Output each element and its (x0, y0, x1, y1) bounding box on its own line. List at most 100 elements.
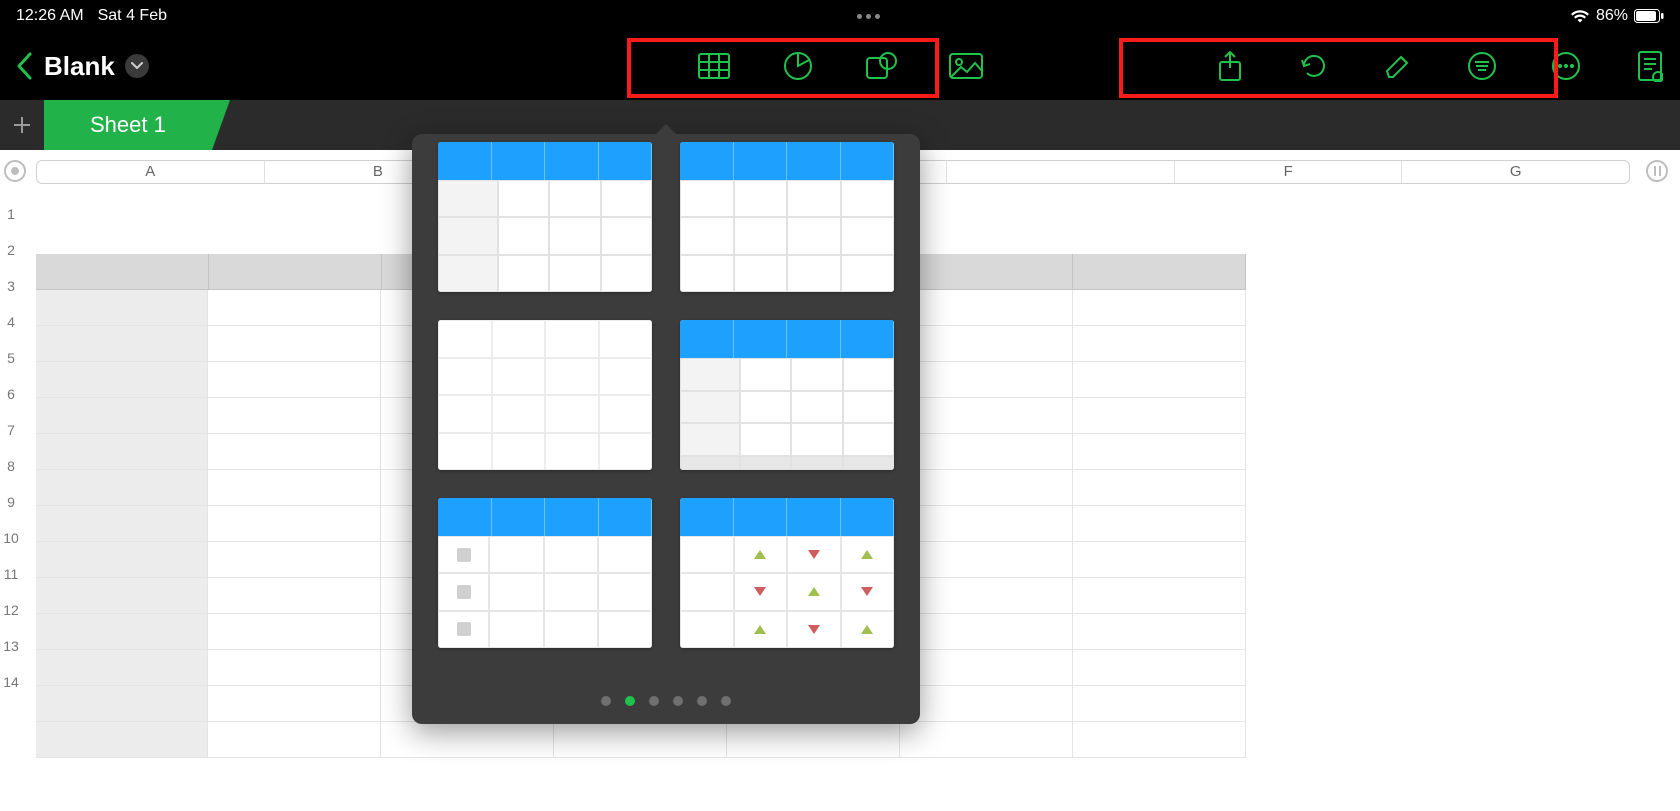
table-style-option-4[interactable] (680, 320, 894, 470)
table-style-option-1[interactable] (438, 142, 652, 292)
share-button[interactable] (1212, 48, 1248, 84)
col-header[interactable]: A (37, 161, 265, 183)
row-header[interactable]: 5 (0, 340, 22, 376)
table-style-option-2[interactable] (680, 142, 894, 292)
document-title[interactable]: Blank (44, 51, 115, 82)
cell[interactable] (1073, 722, 1246, 758)
row-header[interactable]: 3 (0, 268, 22, 304)
multitask-dots[interactable] (167, 14, 1570, 19)
add-sheet-button[interactable] (0, 100, 44, 150)
cell[interactable] (1073, 506, 1246, 542)
format-brush-button[interactable] (1380, 48, 1416, 84)
cell[interactable] (900, 722, 1073, 758)
pager-dot[interactable] (721, 696, 731, 706)
row-header[interactable]: 4 (0, 304, 22, 340)
cell[interactable] (208, 434, 381, 470)
cell[interactable] (36, 398, 208, 434)
cell[interactable] (900, 326, 1073, 362)
col-header[interactable]: G (1402, 161, 1629, 183)
pager-dot[interactable] (673, 696, 683, 706)
back-button[interactable] (12, 46, 36, 86)
col-header[interactable] (947, 161, 1175, 183)
document-settings-button[interactable] (1632, 48, 1668, 84)
cell[interactable] (727, 722, 900, 758)
row-header[interactable]: 14 (0, 664, 22, 700)
cell[interactable] (208, 614, 381, 650)
pager-dot[interactable] (697, 696, 707, 706)
cell[interactable] (900, 650, 1073, 686)
insert-chart-button[interactable] (780, 48, 816, 84)
spreadsheet-area[interactable]: A B F G 1234567891011121314 Table 1 (0, 150, 1680, 811)
cell[interactable] (36, 362, 208, 398)
cell[interactable] (36, 542, 208, 578)
row-header[interactable]: 13 (0, 628, 22, 664)
cell[interactable] (900, 362, 1073, 398)
cell[interactable] (900, 614, 1073, 650)
row-header[interactable]: 8 (0, 448, 22, 484)
cell[interactable] (900, 686, 1073, 722)
row-header[interactable]: 10 (0, 520, 22, 556)
row-header[interactable]: 6 (0, 376, 22, 412)
cell[interactable] (1073, 290, 1246, 326)
cell[interactable] (1073, 326, 1246, 362)
row-header[interactable]: 7 (0, 412, 22, 448)
cell[interactable] (36, 254, 209, 290)
add-column-handle[interactable] (1646, 160, 1668, 182)
pager-dot[interactable] (625, 696, 635, 706)
table-style-option-5[interactable] (438, 498, 652, 648)
insert-media-button[interactable] (948, 48, 984, 84)
table-style-option-6[interactable] (680, 498, 894, 648)
col-header[interactable]: F (1175, 161, 1403, 183)
insert-table-button[interactable] (696, 48, 732, 84)
row-header[interactable]: 11 (0, 556, 22, 592)
cell[interactable] (208, 290, 381, 326)
row-header[interactable]: 9 (0, 484, 22, 520)
cell[interactable] (1073, 542, 1246, 578)
cell[interactable] (900, 470, 1073, 506)
cell[interactable] (36, 650, 208, 686)
pager-dot[interactable] (601, 696, 611, 706)
cell[interactable] (381, 722, 554, 758)
cell[interactable] (900, 398, 1073, 434)
cell[interactable] (36, 614, 208, 650)
cell[interactable] (208, 686, 381, 722)
undo-button[interactable] (1296, 48, 1332, 84)
cell[interactable] (900, 578, 1073, 614)
select-all-handle[interactable] (4, 160, 26, 182)
organize-button[interactable] (1464, 48, 1500, 84)
insert-shape-button[interactable] (864, 48, 900, 84)
row-headers[interactable]: 1234567891011121314 (0, 196, 22, 700)
cell[interactable] (36, 722, 208, 758)
cell[interactable] (1073, 470, 1246, 506)
cell[interactable] (208, 506, 381, 542)
cell[interactable] (36, 506, 208, 542)
cell[interactable] (1073, 614, 1246, 650)
cell[interactable] (900, 506, 1073, 542)
cell[interactable] (900, 434, 1073, 470)
cell[interactable] (209, 254, 382, 290)
cell[interactable] (554, 722, 727, 758)
cell[interactable] (900, 542, 1073, 578)
cell[interactable] (208, 578, 381, 614)
cell[interactable] (36, 290, 208, 326)
cell[interactable] (208, 722, 381, 758)
cell[interactable] (1073, 578, 1246, 614)
cell[interactable] (36, 434, 208, 470)
cell[interactable] (1073, 434, 1246, 470)
cell[interactable] (1073, 650, 1246, 686)
cell[interactable] (1073, 254, 1246, 290)
cell[interactable] (208, 650, 381, 686)
cell[interactable] (208, 362, 381, 398)
cell[interactable] (208, 398, 381, 434)
table-style-option-3[interactable] (438, 320, 652, 470)
pager-dot[interactable] (649, 696, 659, 706)
cell[interactable] (1073, 362, 1246, 398)
document-menu-dropdown[interactable] (125, 54, 149, 78)
cell[interactable] (208, 470, 381, 506)
cell[interactable] (208, 326, 381, 362)
cell[interactable] (900, 254, 1073, 290)
cell[interactable] (36, 470, 208, 506)
cell[interactable] (36, 578, 208, 614)
row-header[interactable]: 12 (0, 592, 22, 628)
sheet-tab-active[interactable]: Sheet 1 (44, 100, 212, 150)
